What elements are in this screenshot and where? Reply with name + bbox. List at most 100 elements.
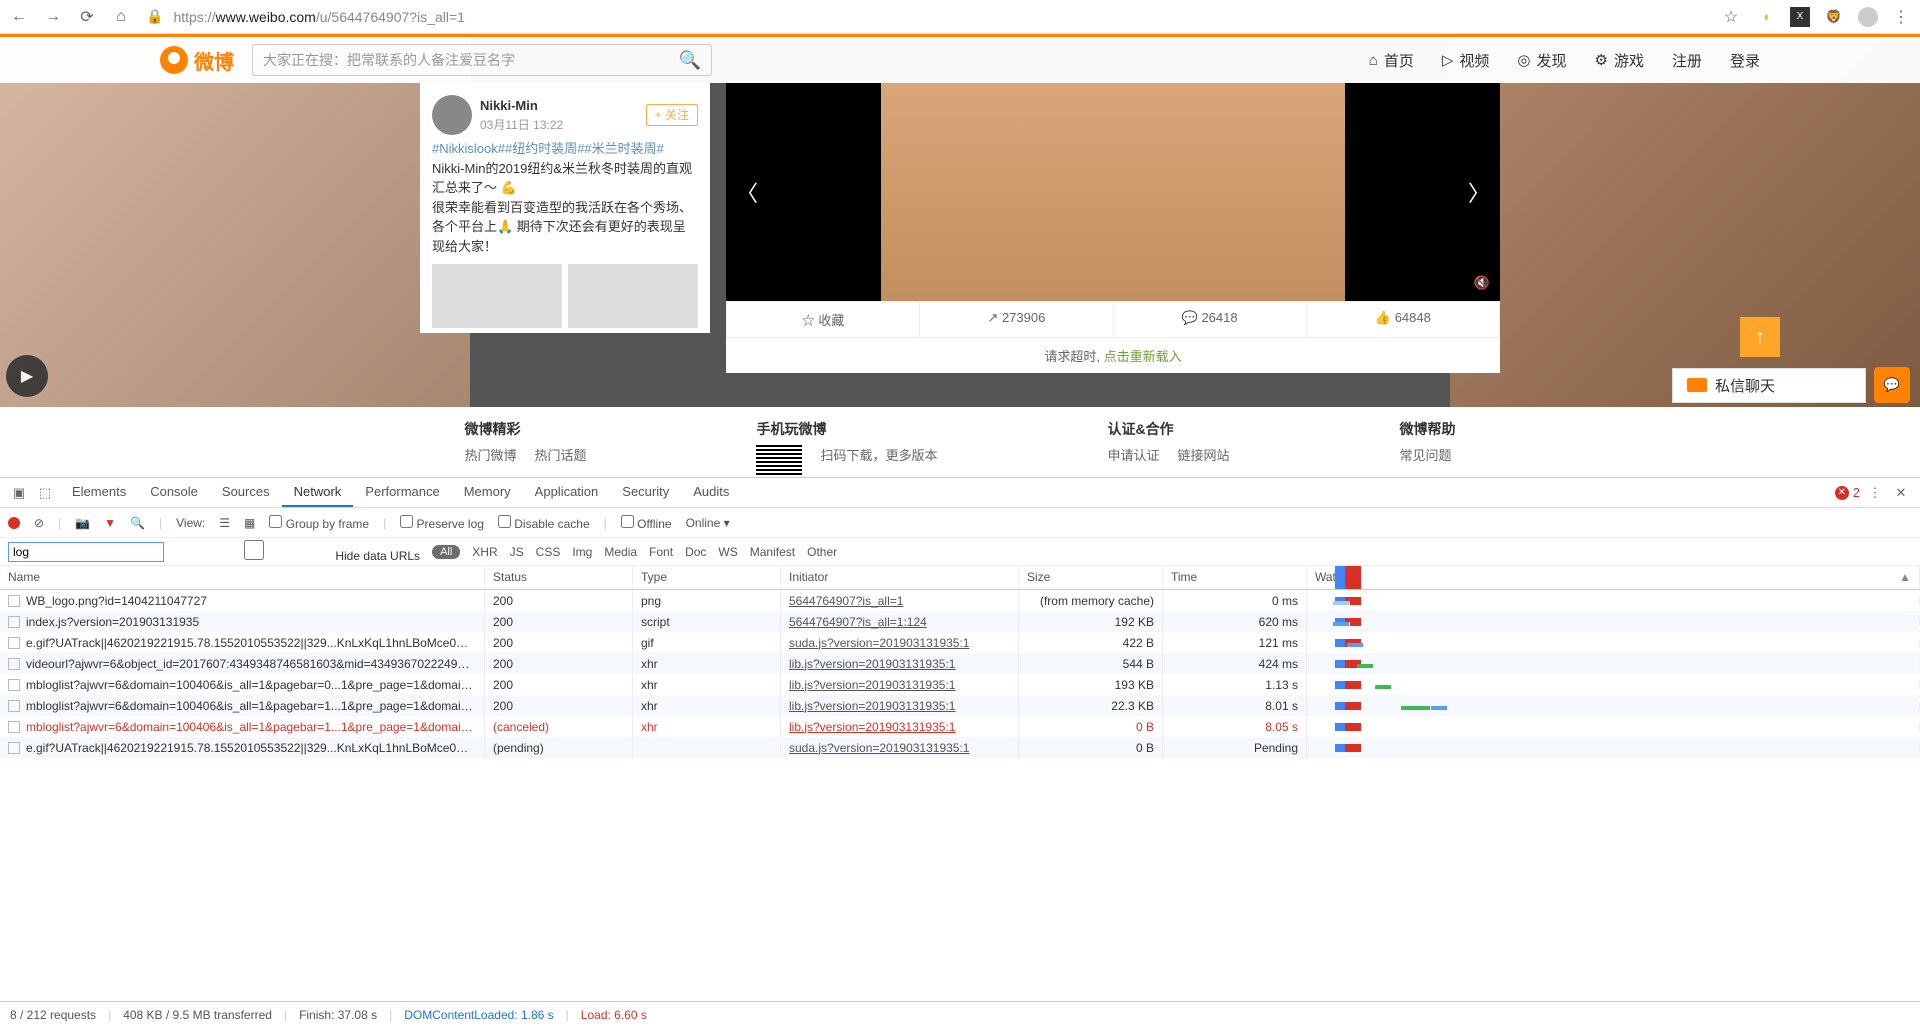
stat-comment[interactable]: 💬 26418	[1114, 302, 1307, 337]
extension-icon[interactable]: ◖	[1756, 7, 1776, 27]
filter-icon[interactable]: ▼	[104, 516, 116, 530]
offline-checkbox[interactable]: Offline	[621, 515, 672, 531]
filter-type-media[interactable]: Media	[604, 545, 637, 559]
filter-type-img[interactable]: Img	[572, 545, 592, 559]
col-size[interactable]: Size	[1019, 566, 1163, 589]
retry-link[interactable]: 点击重新载入	[1104, 349, 1182, 364]
error-count[interactable]: ✕2	[1835, 485, 1860, 500]
devtools-tab-memory[interactable]: Memory	[452, 478, 523, 507]
table-row[interactable]: e.gif?UATrack||4620219221915.78.15520105…	[0, 737, 1920, 758]
disable-cache-checkbox[interactable]: Disable cache	[498, 515, 590, 531]
follow-button[interactable]: + 关注	[646, 104, 698, 126]
filter-type-font[interactable]: Font	[649, 545, 673, 559]
devtools-tab-security[interactable]: Security	[610, 478, 681, 507]
col-waterfall[interactable]: Waterfall▲	[1307, 566, 1920, 589]
clear-icon[interactable]: ⊘	[34, 516, 44, 530]
table-row[interactable]: e.gif?UATrack||4620219221915.78.15520105…	[0, 632, 1920, 653]
nav-register[interactable]: 注册	[1672, 50, 1702, 71]
nav-video[interactable]: ▷ 视频	[1442, 50, 1490, 71]
thumbnail[interactable]	[568, 264, 698, 328]
avatar-icon[interactable]	[1858, 7, 1878, 27]
devtools-tab-network[interactable]: Network	[282, 478, 354, 507]
thumbnail[interactable]	[432, 264, 562, 328]
table-row[interactable]: mbloglist?ajwvr=6&domain=100406&is_all=1…	[0, 674, 1920, 695]
table-row[interactable]: mbloglist?ajwvr=6&domain=100406&is_all=1…	[0, 716, 1920, 737]
post-tags[interactable]: #Nikkislook##纽约时装周##米兰时装周#	[432, 139, 698, 159]
hide-data-urls-checkbox[interactable]: Hide data URLs	[176, 540, 420, 563]
table-row[interactable]: WB_logo.png?id=1404211047727200png564476…	[0, 590, 1920, 611]
chat-button[interactable]: 私信聊天	[1672, 368, 1866, 403]
table-row[interactable]: videourl?ajwvr=6&object_id=2017607:43493…	[0, 653, 1920, 674]
col-status[interactable]: Status	[485, 566, 633, 589]
table-row[interactable]: index.js?version=201903131935200script56…	[0, 611, 1920, 632]
reload-icon[interactable]: ⟳	[78, 7, 96, 27]
back-icon[interactable]: ←	[10, 8, 28, 26]
menu-icon[interactable]: ⋮	[1864, 485, 1886, 501]
video-player[interactable]: 〈 〉 🔇	[726, 83, 1500, 301]
qr-code	[756, 445, 802, 475]
view-list-icon[interactable]: ☰	[219, 516, 230, 530]
address-bar[interactable]: 🔒 https://www.weibo.com/u/5644764907?is_…	[146, 8, 1706, 25]
devtools-tab-performance[interactable]: Performance	[353, 478, 451, 507]
extension-icon[interactable]: 🦁	[1824, 7, 1844, 27]
throttle-select[interactable]: Online ▾	[686, 516, 730, 530]
devtools-tab-application[interactable]: Application	[523, 478, 611, 507]
search-input[interactable]: 大家正在搜：把常联系的人备注爱豆名字🔍	[252, 44, 712, 76]
footer-link[interactable]: 热门话题	[534, 445, 586, 464]
group-by-frame-checkbox[interactable]: Group by frame	[269, 515, 369, 531]
stat-share[interactable]: ↗ 273906	[920, 302, 1113, 337]
chat-bubble-icon[interactable]: 💬	[1874, 367, 1910, 403]
scroll-top-button[interactable]: ↑	[1740, 317, 1780, 357]
col-time[interactable]: Time	[1163, 566, 1307, 589]
devtools-tab-elements[interactable]: Elements	[60, 478, 138, 507]
nav-game[interactable]: ⚙ 游戏	[1595, 50, 1644, 71]
filter-type-js[interactable]: JS	[510, 545, 524, 559]
stat-like[interactable]: 👍 64848	[1307, 302, 1499, 337]
view-frame-icon[interactable]: ▦	[244, 516, 255, 530]
post-username[interactable]: Nikki-Min	[480, 96, 563, 116]
filter-type-doc[interactable]: Doc	[685, 545, 706, 559]
preserve-log-checkbox[interactable]: Preserve log	[400, 515, 484, 531]
table-row[interactable]: mbloglist?ajwvr=6&domain=100406&is_all=1…	[0, 695, 1920, 716]
inspect-icon[interactable]: ▣	[8, 485, 30, 501]
prev-icon[interactable]: 〈	[732, 176, 762, 208]
weibo-logo[interactable]: 微博	[160, 46, 234, 75]
device-icon[interactable]: ⬚	[34, 485, 56, 501]
play-icon[interactable]: ▶	[6, 355, 48, 397]
footer-link[interactable]: 热门微博	[464, 445, 516, 464]
avatar[interactable]	[432, 95, 472, 135]
menu-icon[interactable]: ⋮	[1892, 7, 1910, 27]
mute-icon[interactable]: 🔇	[1474, 275, 1490, 291]
filter-type-css[interactable]: CSS	[536, 545, 561, 559]
nav-login[interactable]: 登录	[1730, 50, 1760, 71]
filter-input[interactable]	[8, 542, 164, 562]
filter-all[interactable]: All	[432, 545, 460, 559]
home-icon[interactable]: ⌂	[112, 8, 130, 26]
forward-icon[interactable]: →	[44, 8, 62, 26]
nav-home[interactable]: ⌂ 首页	[1369, 50, 1414, 71]
star-icon[interactable]: ☆	[1722, 7, 1740, 27]
filter-type-xhr[interactable]: XHR	[472, 545, 497, 559]
col-name[interactable]: Name	[0, 566, 485, 589]
footer-link[interactable]: 链接网站	[1178, 445, 1230, 464]
stat-favorite[interactable]: ☆ 收藏	[727, 302, 920, 337]
filter-type-manifest[interactable]: Manifest	[750, 545, 795, 559]
extension-icon[interactable]: X	[1790, 7, 1810, 27]
next-icon[interactable]: 〉	[1464, 176, 1494, 208]
devtools-tab-sources[interactable]: Sources	[210, 478, 282, 507]
footer-link[interactable]: 常见问题	[1400, 445, 1452, 464]
devtools-tab-audits[interactable]: Audits	[681, 478, 741, 507]
footer-link[interactable]: 申请认证	[1108, 445, 1160, 464]
close-icon[interactable]: ✕	[1890, 485, 1912, 501]
filter-type-other[interactable]: Other	[807, 545, 837, 559]
col-initiator[interactable]: Initiator	[781, 566, 1019, 589]
nav-discover[interactable]: ◎ 发现	[1517, 50, 1566, 71]
filter-type-ws[interactable]: WS	[718, 545, 737, 559]
devtools-tab-console[interactable]: Console	[138, 478, 210, 507]
col-type[interactable]: Type	[633, 566, 781, 589]
footer-link[interactable]: 扫码下载，更多版本	[820, 445, 937, 475]
search-icon[interactable]: 🔍	[130, 516, 145, 530]
search-icon[interactable]: 🔍	[679, 50, 701, 71]
camera-icon[interactable]: 📷	[75, 516, 90, 530]
record-icon[interactable]	[8, 517, 20, 529]
